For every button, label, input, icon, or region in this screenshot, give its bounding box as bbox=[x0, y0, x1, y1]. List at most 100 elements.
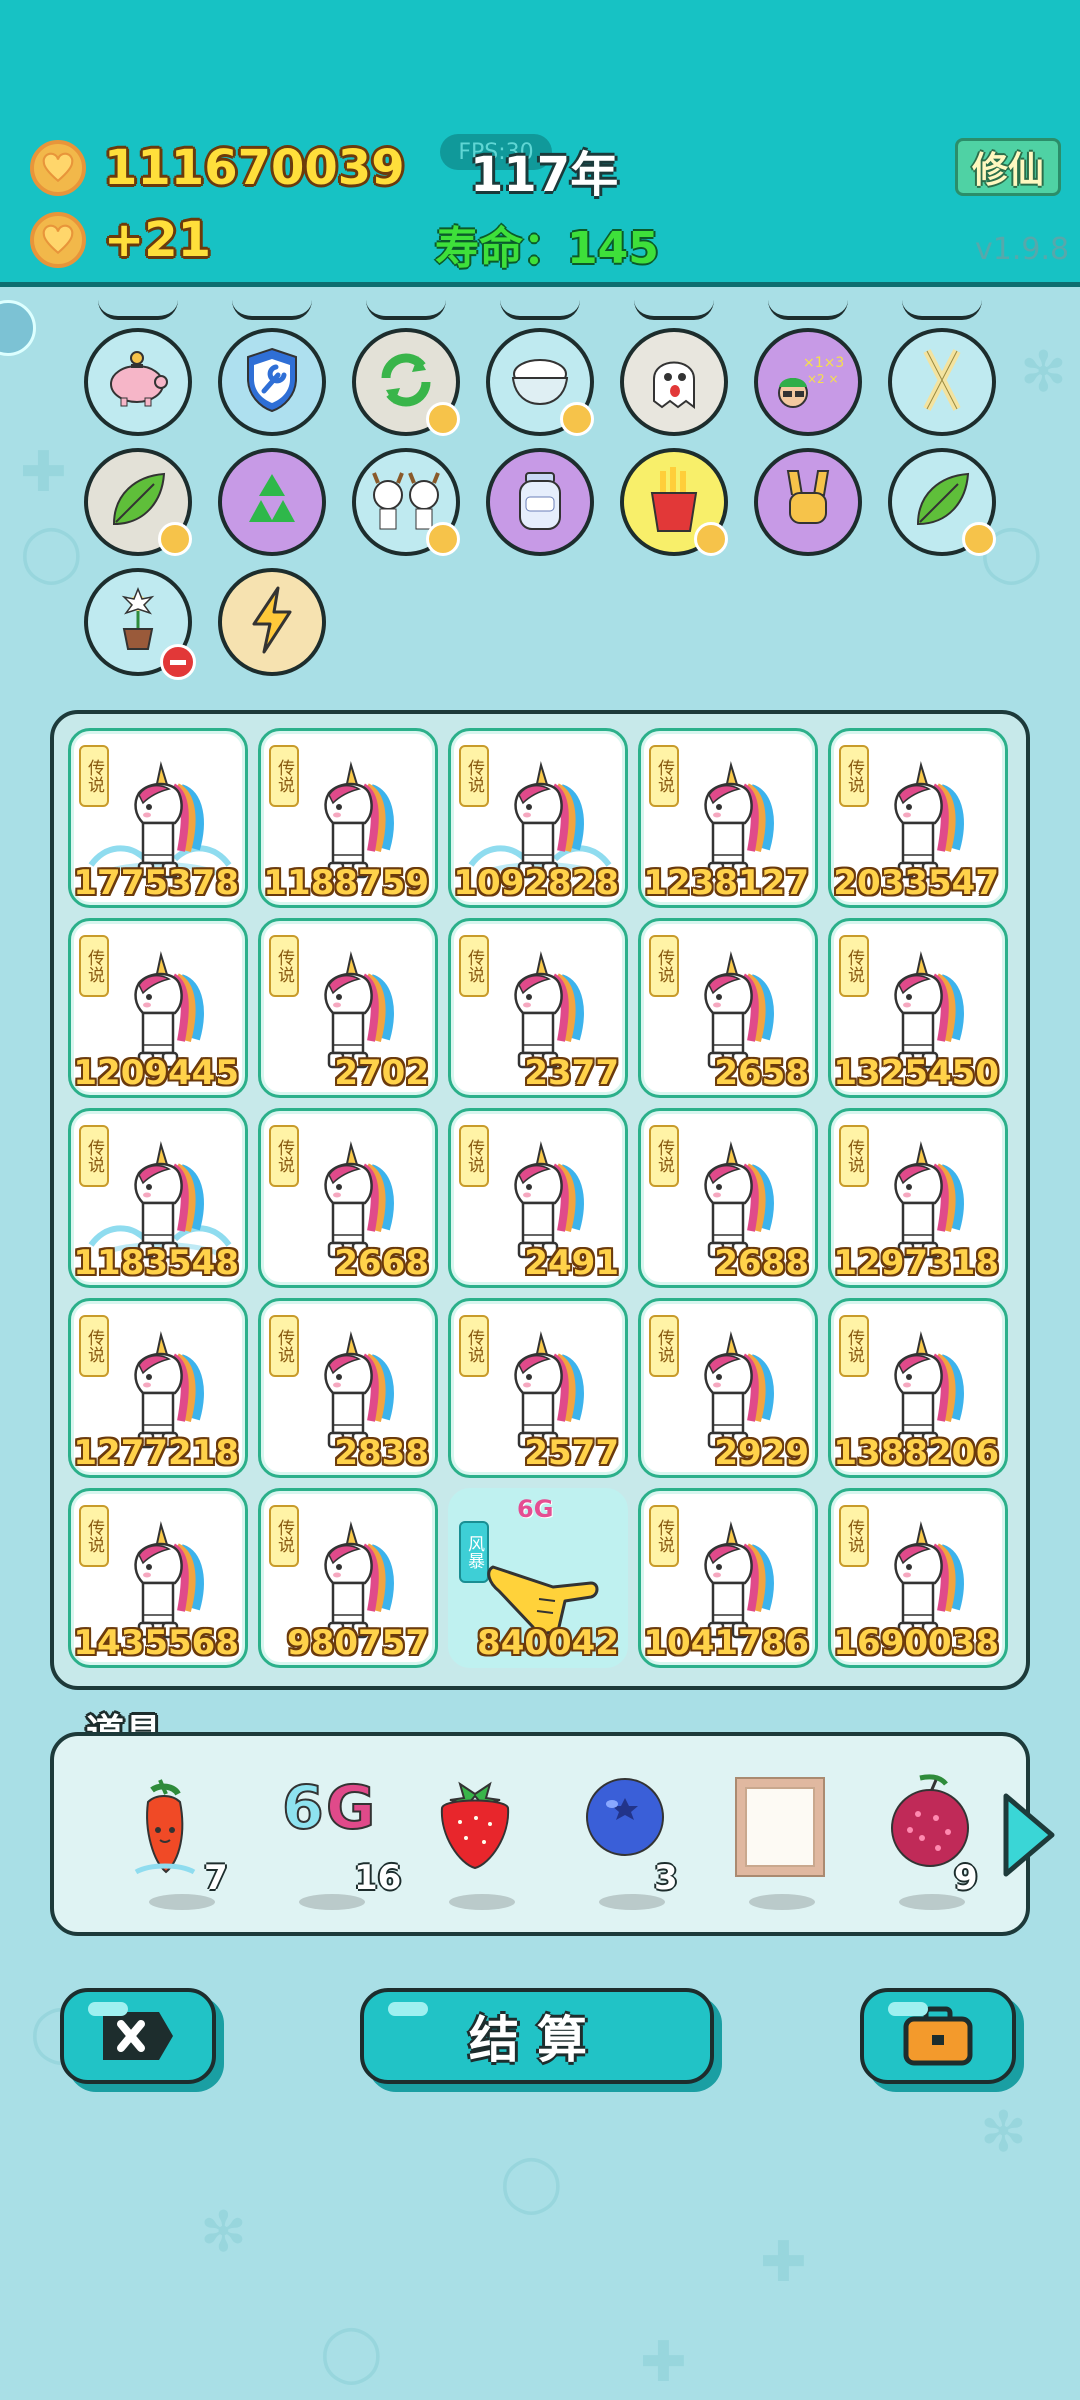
6g-icon: 6G bbox=[280, 1772, 390, 1846]
prop-item[interactable]: 7 bbox=[114, 1766, 244, 1916]
board-cell-storm[interactable]: 6G 风暴 840042 bbox=[448, 1488, 628, 1668]
board-cell[interactable]: 传说 1188759 bbox=[258, 728, 438, 908]
partial-skill-top bbox=[98, 300, 178, 320]
board-cell[interactable]: 传说 2033547 bbox=[828, 728, 1008, 908]
board-cell[interactable]: 传说 1183548 bbox=[68, 1108, 248, 1288]
prop-count: 16 bbox=[354, 1858, 402, 1898]
cell-value: 2668 bbox=[334, 1243, 429, 1283]
skill-slot[interactable] bbox=[84, 448, 192, 556]
next-arrow-icon[interactable] bbox=[998, 1790, 1058, 1880]
board-cell[interactable]: 传说 1388206 bbox=[828, 1298, 1008, 1478]
skill-slot[interactable] bbox=[620, 448, 728, 556]
rock-hand-icon bbox=[778, 465, 838, 539]
board-cell[interactable]: 传说 1325450 bbox=[828, 918, 1008, 1098]
board-cell[interactable]: 传说 2838 bbox=[258, 1298, 438, 1478]
skill-slot[interactable] bbox=[620, 328, 728, 436]
board-cell[interactable]: 传说 1775378 bbox=[68, 728, 248, 908]
skill-slot[interactable] bbox=[352, 328, 460, 436]
skill-slot[interactable] bbox=[352, 448, 460, 556]
legendary-tag: 传说 bbox=[459, 935, 489, 997]
coin-badge-icon bbox=[694, 522, 728, 556]
cultivate-button[interactable]: 修仙 bbox=[955, 138, 1061, 196]
board-cell[interactable]: 传说 1435568 bbox=[68, 1488, 248, 1668]
bg-decoration: ✻ bbox=[1020, 340, 1067, 405]
prop-item[interactable] bbox=[714, 1766, 844, 1916]
legendary-tag: 传说 bbox=[79, 745, 109, 807]
shield-wrench-icon bbox=[242, 345, 302, 419]
board-cell[interactable]: 传说 980757 bbox=[258, 1488, 438, 1668]
board-cell[interactable]: 传说 2658 bbox=[638, 918, 818, 1098]
skill-slot[interactable] bbox=[218, 328, 326, 436]
skill-slot[interactable] bbox=[84, 568, 196, 680]
cell-value: 2929 bbox=[714, 1433, 809, 1473]
coin-badge-icon bbox=[426, 522, 460, 556]
exit-button[interactable] bbox=[60, 1988, 216, 2084]
prop-item[interactable] bbox=[414, 1766, 544, 1916]
settle-button[interactable]: 结算 bbox=[360, 1988, 714, 2084]
board-cell[interactable]: 传说 2491 bbox=[448, 1108, 628, 1288]
button-shine bbox=[888, 2002, 928, 2016]
legendary-tag: 传说 bbox=[269, 745, 299, 807]
prop-shadow bbox=[749, 1894, 815, 1910]
cell-value: 1041786 bbox=[643, 1623, 809, 1663]
prop-count: 3 bbox=[654, 1858, 678, 1898]
skill-slot[interactable] bbox=[486, 328, 594, 436]
skill-slot[interactable] bbox=[218, 448, 326, 556]
cell-value: 2033547 bbox=[833, 863, 999, 903]
math-man-icon: ×1×3 ×2 × bbox=[773, 345, 844, 419]
board-cell[interactable]: 传说 1297318 bbox=[828, 1108, 1008, 1288]
recycle-icon bbox=[237, 468, 307, 536]
leaf-icon bbox=[106, 468, 170, 536]
cell-value: 2377 bbox=[524, 1053, 619, 1093]
skill-slot[interactable] bbox=[486, 448, 594, 556]
skill-slot[interactable] bbox=[888, 328, 996, 436]
version-label: v1.9.8 bbox=[975, 232, 1070, 267]
svg-text:×2 ×: ×2 × bbox=[807, 372, 839, 386]
milk-jar-icon bbox=[512, 465, 568, 539]
prop-item[interactable]: 9 bbox=[864, 1766, 994, 1916]
board-cell[interactable]: 传说 1238127 bbox=[638, 728, 818, 908]
legendary-tag: 传说 bbox=[839, 1315, 869, 1377]
partial-skill-top bbox=[768, 300, 848, 320]
lifespan-counter: 寿命：145 bbox=[435, 223, 659, 274]
prop-count: 7 bbox=[204, 1858, 228, 1898]
legendary-tag: 传说 bbox=[459, 745, 489, 807]
crossed-sticks-icon bbox=[917, 345, 967, 419]
bg-decoration: ✚ bbox=[640, 2330, 687, 2395]
cell-value: 1092828 bbox=[453, 863, 619, 903]
legendary-tag: 传说 bbox=[269, 1125, 299, 1187]
prop-item[interactable]: 6 G 16 bbox=[264, 1766, 401, 1916]
board-cell[interactable]: 传说 1209445 bbox=[68, 918, 248, 1098]
legendary-tag: 传说 bbox=[459, 1125, 489, 1187]
board-cell[interactable]: 传说 1041786 bbox=[638, 1488, 818, 1668]
prop-shadow bbox=[449, 1894, 515, 1910]
skill-slot[interactable] bbox=[754, 448, 862, 556]
legendary-tag: 传说 bbox=[79, 1315, 109, 1377]
prop-item[interactable]: 3 bbox=[564, 1766, 694, 1916]
remove-icon[interactable] bbox=[160, 644, 196, 680]
svg-text:G: G bbox=[326, 1773, 375, 1842]
cell-value: 1188759 bbox=[263, 863, 429, 903]
side-menu-tab[interactable] bbox=[0, 300, 36, 356]
board-cell[interactable]: 传说 2377 bbox=[448, 918, 628, 1098]
board-cell[interactable]: 传说 2668 bbox=[258, 1108, 438, 1288]
board-cell[interactable]: 传说 2688 bbox=[638, 1108, 818, 1288]
skill-slot[interactable] bbox=[888, 448, 996, 556]
board-cell[interactable]: 传说 1092828 bbox=[448, 728, 628, 908]
skill-slot[interactable]: ×1×3 ×2 × bbox=[754, 328, 862, 436]
bag-button[interactable] bbox=[860, 1988, 1016, 2084]
refresh-icon bbox=[374, 348, 438, 416]
heart-coin-icon bbox=[30, 212, 86, 268]
heart-coin-icon bbox=[30, 140, 86, 196]
button-shine bbox=[388, 2002, 428, 2016]
board-cell[interactable]: 传说 1690038 bbox=[828, 1488, 1008, 1668]
board-cell[interactable]: 传说 2702 bbox=[258, 918, 438, 1098]
board-cell[interactable]: 传说 1277218 bbox=[68, 1298, 248, 1478]
cell-value: 1277218 bbox=[73, 1433, 239, 1473]
board-cell[interactable]: 传说 2577 bbox=[448, 1298, 628, 1478]
skill-slot[interactable] bbox=[84, 328, 192, 436]
skill-slot[interactable] bbox=[218, 568, 326, 676]
legendary-tag: 传说 bbox=[79, 935, 109, 997]
cell-value: 2658 bbox=[714, 1053, 809, 1093]
board-cell[interactable]: 传说 2929 bbox=[638, 1298, 818, 1478]
